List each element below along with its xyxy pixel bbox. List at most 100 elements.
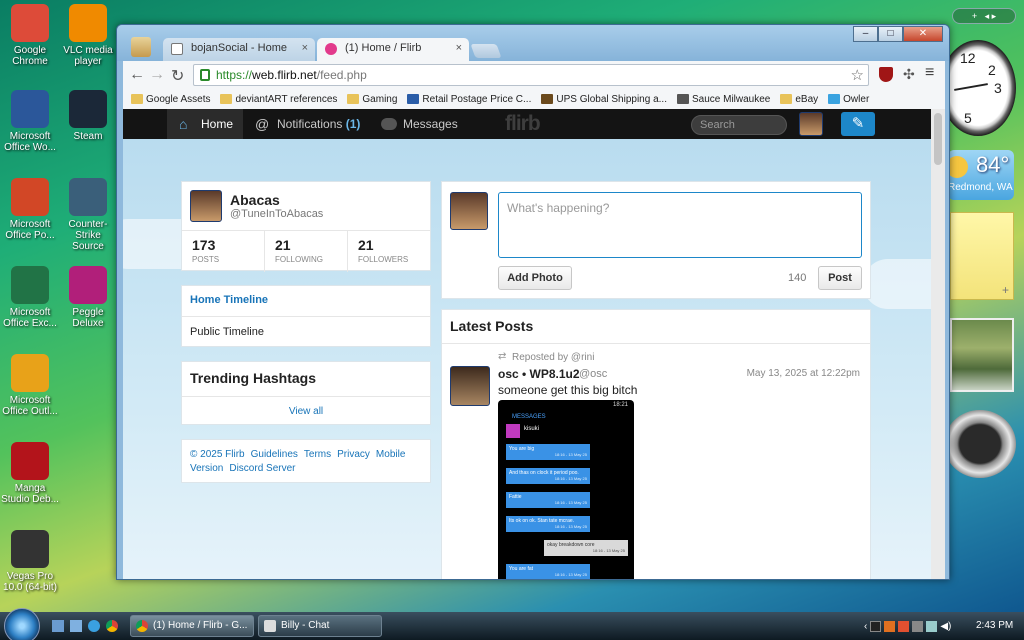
profile-stat-following[interactable]: 21 FOLLOWING [264,231,347,272]
show-desktop-icon[interactable] [52,620,64,632]
desktop-shortcut[interactable]: Peggle Deluxe [58,266,118,329]
network-icon[interactable] [926,620,938,632]
nav-messages-label: Messages [403,117,458,131]
desktop-shortcut[interactable]: Google Chrome [0,4,60,67]
tab-label: bojanSocial - Home [191,42,287,54]
bookmark-item[interactable]: Owler [828,90,869,108]
profile-stat-followers[interactable]: 21 FOLLOWERS [347,231,430,272]
maximize-button[interactable]: □ [878,26,903,42]
app-tray-icon[interactable] [912,620,924,632]
sidebar-controls[interactable]: + ◂ ▸ [952,8,1016,24]
clock-number-12: 12 [960,50,976,66]
footer-link[interactable]: Privacy [337,449,370,460]
desktop-shortcut[interactable]: Microsoft Office Wo... [0,90,60,153]
close-icon[interactable]: × [302,42,308,54]
public-timeline-link[interactable]: Public Timeline [190,326,264,338]
post-timestamp[interactable]: May 13, 2025 at 12:22pm [747,368,860,379]
tab-flirb-home[interactable]: (1) Home / Flirb × [317,38,469,61]
profile-name[interactable]: Abacas [230,192,280,208]
bookmark-item[interactable]: deviantART references [220,90,337,108]
tray-expand-icon[interactable]: ‹ [864,621,867,632]
stat-label: FOLLOWERS [358,255,409,264]
footer-link[interactable]: Guidelines [251,449,298,460]
bookmark-item[interactable]: Retail Postage Price C... [407,90,531,108]
start-button[interactable] [4,608,40,640]
site-logo[interactable]: flirb [505,112,541,136]
new-tab-button[interactable] [470,44,502,58]
post-button[interactable]: Post [818,266,862,290]
address-bar[interactable]: https://web.flirb.net/feed.php ☆ [193,64,869,86]
desktop-shortcut[interactable]: Microsoft Office Outl... [0,354,60,417]
desktop-shortcut[interactable]: Microsoft Office Po... [0,178,60,241]
page-scrollbar[interactable] [931,109,945,579]
bookmark-item[interactable]: Sauce Milwaukee [676,90,770,108]
scrollbar-thumb[interactable] [934,113,942,165]
footer-card: © 2025 Flirb Guidelines Terms Privacy Mobile… [181,439,431,483]
ublock-icon[interactable] [879,67,893,82]
bookmark-item[interactable]: eBay [780,90,818,108]
view-all-link[interactable]: View all [182,406,430,417]
post-textarea[interactable]: What's happening? [498,192,862,258]
desktop-shortcut[interactable]: Vegas Pro 10.0 (64-bit) [0,530,60,593]
taskbar-clock[interactable]: 2:43 PM [976,620,1013,631]
volume-icon[interactable]: ◀) [940,621,951,632]
footer-link[interactable]: Discord Server [229,463,295,474]
bookmark-item[interactable]: Google Assets [131,90,210,108]
post-image[interactable]: 18:21 MESSAGES kisuki You are big 18:16 -… [498,400,634,579]
bookmark-item[interactable]: Gaming [347,90,397,108]
profile-stat-posts[interactable]: 173 POSTS [182,231,264,272]
excel-icon [11,266,49,304]
profile-avatar[interactable] [190,190,222,222]
post-author-name[interactable]: osc • WP8.1u2 [498,367,580,381]
stat-label: POSTS [192,255,220,264]
forward-button[interactable]: → [149,66,165,84]
taskbar-item-flirb[interactable]: (1) Home / Flirb - G... [130,615,254,637]
switch-windows-icon[interactable] [70,620,82,632]
bookmark-star-icon[interactable]: ☆ [851,66,864,84]
reload-button[interactable]: ↻ [171,66,184,86]
home-timeline-link[interactable]: Home Timeline [190,294,268,306]
desktop-shortcut[interactable]: Counter-Strike Source [58,178,118,252]
folder-icon [131,94,143,104]
steam-tray-icon[interactable] [870,620,882,632]
account-avatar[interactable] [799,112,823,136]
desktop-shortcut[interactable]: Microsoft Office Exc... [0,266,60,329]
desktop-shortcut[interactable]: Manga Studio Deb... [0,442,60,505]
nav-home[interactable]: ⌂ Home [179,109,233,139]
app-tray-icon[interactable] [898,620,910,632]
add-photo-button[interactable]: Add Photo [498,266,572,290]
nav-messages[interactable]: Messages [381,109,458,139]
back-button[interactable]: ← [129,66,145,84]
desktop-shortcut-label: Steam [73,131,103,142]
search-input[interactable]: Search [691,115,787,135]
close-icon[interactable]: × [456,42,462,54]
bookmark-item[interactable]: UPS Global Shipping a... [541,90,667,108]
tab-bojansocial[interactable]: bojanSocial - Home × [163,38,315,61]
minimize-button[interactable]: – [853,26,878,42]
footer-link[interactable]: Terms [304,449,331,460]
sticky-note-gadget[interactable]: + [950,212,1014,300]
post-text: someone get this big bitch [498,383,638,397]
vlc-icon [69,4,107,42]
app-tray-icon[interactable] [884,620,896,632]
taskbar-item-chat[interactable]: Billy - Chat [258,615,382,637]
user-avatar-icon[interactable] [131,37,151,57]
phone-clock: 18:21 [612,402,628,408]
chrome-icon[interactable] [106,620,118,632]
post-author-avatar[interactable] [450,366,490,406]
internet-explorer-icon[interactable] [88,620,100,632]
desktop-shortcut-label: Microsoft Office Po... [5,219,55,241]
lock-icon [200,69,210,81]
quick-launch [52,620,118,632]
extensions-icon[interactable]: ✣ [903,66,915,83]
nav-notifications[interactable]: @ Notifications (1) [255,109,360,139]
divider [182,396,430,397]
tab-label: (1) Home / Flirb [345,42,422,54]
menu-icon[interactable]: ≡ [925,64,934,82]
compose-button[interactable]: ✎ [841,112,875,136]
profile-stats: 173 POSTS 21 FOLLOWING 21 FOLLOWERS [182,230,430,272]
desktop-shortcut[interactable]: VLC media player [58,4,118,67]
close-window-button[interactable]: ✕ [903,26,943,42]
desktop-shortcut[interactable]: Steam [58,90,118,142]
post-author-handle[interactable]: @osc [579,368,607,380]
